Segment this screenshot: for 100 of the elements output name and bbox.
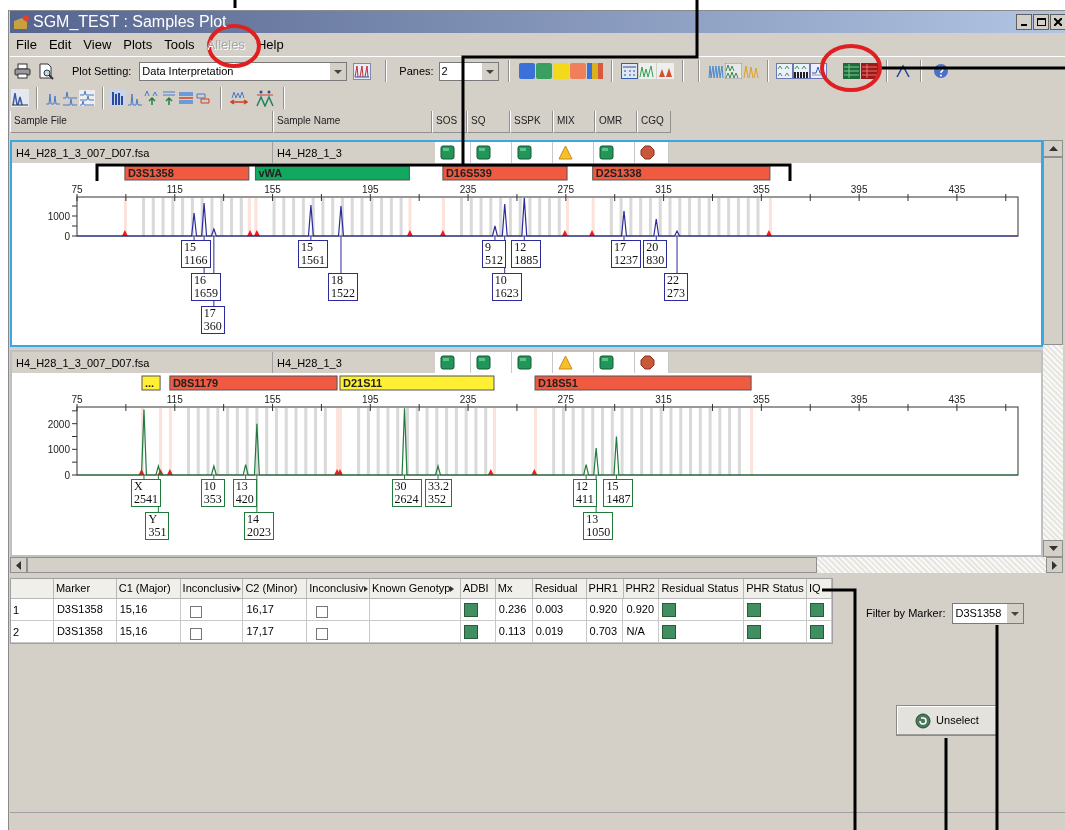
column-header[interactable]: Residual Status <box>659 579 745 599</box>
dye-color-icon[interactable] <box>518 63 535 79</box>
column-header[interactable]: Residual <box>532 579 587 599</box>
arrow-bins-icon[interactable] <box>161 90 177 106</box>
unselect-button[interactable]: Unselect <box>896 705 998 736</box>
highlight-circle <box>820 44 882 92</box>
status-square-icon <box>440 145 455 160</box>
row-number-cell: 1 <box>11 599 54 621</box>
scroll-up-button[interactable] <box>1043 140 1063 157</box>
peaks-arrow-icon[interactable] <box>230 90 248 106</box>
column-header[interactable]: Sample File <box>10 111 273 133</box>
column-header[interactable]: C1 (Major) <box>116 579 181 599</box>
peaks-icon[interactable] <box>656 63 674 79</box>
leader-line <box>615 474 617 480</box>
horizontal-scrollbar[interactable] <box>10 557 1063 573</box>
peaks-icon[interactable] <box>11 89 29 107</box>
scroll-right-button[interactable] <box>1046 557 1063 573</box>
marker-bar[interactable]: D8S1179 <box>169 375 338 391</box>
column-header[interactable]: SOS <box>432 111 467 133</box>
menu-item[interactable]: View <box>77 34 118 55</box>
sample-pane[interactable]: H4_H28_1_3_007_D07.fsa H4_H28_1_3 D3S1358 vWA D16S539 D2S1338 75 115 155 195 235 275 315 355 395 435 0 1000 15 1166 16 1659 17 360 15 1561 18 1522 9 512 10 1623 12 1885 17 1237 20 830 22 273 <box>10 140 1043 347</box>
right-arrow-icon <box>1052 560 1057 570</box>
marker-bar[interactable]: D18S51 <box>534 375 752 391</box>
column-header[interactable]: SQ <box>467 111 510 133</box>
peak-label: 16 1659 <box>191 273 222 301</box>
layers-icon[interactable] <box>195 90 211 106</box>
column-header[interactable]: Inconclusiv <box>180 579 244 599</box>
menu-item[interactable]: File <box>10 34 43 55</box>
marker-bar[interactable]: ... <box>141 375 161 391</box>
column-header[interactable]: OMR <box>595 111 637 133</box>
column-header[interactable]: Known Genotyp <box>370 579 461 599</box>
print-preview-icon[interactable] <box>38 62 55 80</box>
peak-label: 9 512 <box>481 240 506 268</box>
table-cell: 0.703 <box>586 621 624 643</box>
scrollbar-thumb[interactable] <box>27 557 817 573</box>
column-header[interactable]: ADBI <box>460 579 496 599</box>
table-icon[interactable] <box>860 63 878 79</box>
scrollbar-thumb[interactable] <box>1043 157 1063 345</box>
help-icon[interactable] <box>932 63 949 79</box>
dye-color-icon[interactable] <box>586 63 603 79</box>
panes-dropdown[interactable]: 2 <box>438 61 499 81</box>
checkbox[interactable] <box>189 605 202 618</box>
column-header[interactable]: Inconclusiv <box>307 579 371 599</box>
peaks-icon[interactable] <box>638 63 656 79</box>
dye-color-icon[interactable] <box>535 63 552 79</box>
column-header[interactable]: CGQ <box>637 111 671 133</box>
marker-bar[interactable]: D21S11 <box>339 375 495 391</box>
peaks-icon[interactable] <box>256 89 274 107</box>
peak-table-icon[interactable] <box>620 63 638 79</box>
column-header[interactable]: PHR1 <box>586 579 624 599</box>
align-icon[interactable] <box>178 90 194 106</box>
column-header[interactable]: Marker <box>53 579 117 599</box>
peaks-icon[interactable] <box>707 63 725 79</box>
axis-tick-label: 395 <box>850 184 868 195</box>
checkbox[interactable] <box>316 605 329 618</box>
leader-line <box>213 474 215 480</box>
leader-line <box>404 474 405 480</box>
status-square-icon <box>599 355 614 370</box>
column-header[interactable]: Sample Name <box>273 111 432 133</box>
status-square-icon <box>517 145 532 160</box>
axis-tick-label: 315 <box>655 394 672 405</box>
column-header[interactable]: MIX <box>553 111 595 133</box>
peak-shape-icon[interactable] <box>895 64 910 78</box>
left-arrow-icon <box>16 560 21 570</box>
peaks-icon[interactable] <box>62 90 78 106</box>
column-header[interactable]: PHR2 <box>623 579 660 599</box>
leader-line <box>310 235 312 241</box>
column-header[interactable]: Mx <box>495 579 533 599</box>
sample-pane[interactable]: H4_H28_1_3_007_D07.fsa H4_H28_1_3 ... D8S1179 D21S11 D18S51 75 115 155 195 235 275 315 355 395 435 0 1000 2000 X 2541 Y 351 10 353 13 420 14 2023 30 2624 33.2 352 12 411 13 1050 15 1487 <box>10 350 1043 557</box>
scroll-down-button[interactable] <box>1043 540 1063 557</box>
bar-peaks-icon[interactable] <box>110 90 126 106</box>
column-header[interactable]: SSPK <box>510 111 553 133</box>
menu-item[interactable]: Plots <box>117 34 159 55</box>
column-header[interactable]: C2 (Minor) <box>243 579 308 599</box>
menu-item[interactable]: Edit <box>42 34 78 55</box>
table-cell: 15,16 <box>116 599 181 621</box>
close-button[interactable] <box>1050 14 1065 30</box>
marker-filter-dropdown[interactable]: D3S1358 <box>952 603 1025 624</box>
print-icon[interactable] <box>14 63 31 79</box>
arrow-peaks-icon[interactable] <box>144 90 160 106</box>
peaks-icon[interactable] <box>79 90 95 106</box>
menu-item[interactable]: Tools <box>158 34 201 55</box>
checkbox[interactable] <box>189 627 202 640</box>
column-header[interactable]: IQ <box>807 579 832 599</box>
axis-tick-label: 75 <box>71 184 83 195</box>
table-icon[interactable] <box>842 63 860 79</box>
table-cell: 15,16 <box>116 621 181 643</box>
peaks-icon[interactable] <box>724 63 742 79</box>
minimize-button[interactable] <box>1016 14 1032 30</box>
maximize-button[interactable] <box>1033 14 1049 30</box>
peak-label: 20 830 <box>643 240 668 268</box>
dye-color-icon[interactable] <box>569 63 586 79</box>
peak-grid-icon[interactable] <box>792 63 810 79</box>
colored-peaks-icon[interactable] <box>353 62 372 80</box>
vertical-scrollbar[interactable] <box>1043 140 1063 557</box>
checkbox[interactable] <box>316 627 329 640</box>
scroll-left-button[interactable] <box>10 557 27 573</box>
reset-icon <box>915 712 932 729</box>
plot-setting-dropdown[interactable]: Data Interpretation <box>139 61 348 81</box>
dye-color-icon[interactable] <box>552 63 569 79</box>
